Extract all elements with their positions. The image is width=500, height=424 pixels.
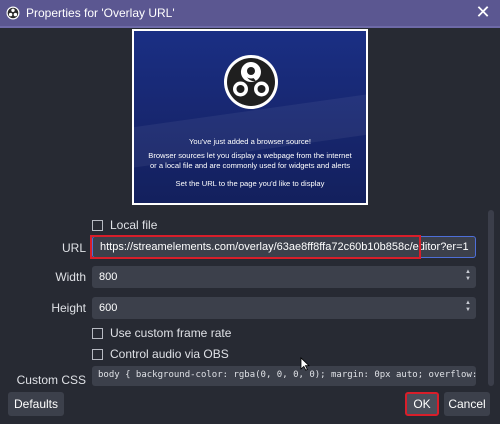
custom-frame-rate-label: Use custom frame rate — [110, 326, 232, 340]
control-audio-row[interactable]: Control audio via OBS — [92, 347, 229, 361]
preview-panel: You've just added a browser source! Brow… — [134, 31, 366, 203]
title-bar: Properties for 'Overlay URL' ✕ — [0, 0, 500, 28]
url-value: https://streamelements.com/overlay/63ae8… — [100, 241, 469, 253]
height-stepper-icon[interactable]: ▲ ▼ — [464, 300, 472, 314]
width-label: Width — [55, 270, 86, 284]
control-audio-label: Control audio via OBS — [110, 347, 229, 361]
local-file-checkbox[interactable] — [92, 219, 103, 231]
url-input[interactable]: https://streamelements.com/overlay/63ae8… — [92, 236, 476, 258]
preview-description: Browser sources let you display a webpag… — [148, 151, 352, 170]
obs-logo-icon — [224, 55, 278, 109]
custom-frame-rate-row[interactable]: Use custom frame rate — [92, 326, 231, 340]
width-value: 800 — [99, 271, 118, 283]
control-audio-checkbox[interactable] — [92, 348, 103, 360]
preview-headline: You've just added a browser source! — [189, 137, 311, 146]
width-spinbox[interactable]: 800 ▲ ▼ — [92, 266, 476, 288]
properties-dialog: Properties for 'Overlay URL' ✕ You've ju… — [0, 0, 500, 424]
defaults-button[interactable]: Defaults — [8, 392, 64, 416]
url-label: URL — [61, 241, 86, 255]
ok-button[interactable]: OK — [405, 392, 439, 416]
obs-app-icon — [6, 6, 20, 20]
window-title: Properties for 'Overlay URL' — [26, 6, 175, 20]
custom-css-value: body { background-color: rgba(0, 0, 0, 0… — [98, 370, 476, 380]
custom-frame-rate-checkbox[interactable] — [92, 327, 103, 339]
height-label: Height — [51, 301, 86, 315]
browser-source-preview: You've just added a browser source! Brow… — [132, 29, 368, 205]
preview-instruction: Set the URL to the page you'd like to di… — [175, 179, 325, 188]
cancel-button[interactable]: Cancel — [444, 392, 490, 416]
custom-css-textarea[interactable]: body { background-color: rgba(0, 0, 0, 0… — [92, 366, 476, 386]
properties-scrollbar[interactable] — [488, 210, 494, 386]
height-spinbox[interactable]: 600 ▲ ▼ — [92, 297, 476, 319]
close-icon[interactable]: ✕ — [474, 3, 492, 21]
height-value: 600 — [99, 302, 118, 314]
width-stepper-icon[interactable]: ▲ ▼ — [464, 269, 472, 283]
mouse-pointer-icon — [300, 357, 310, 371]
custom-css-label: Custom CSS — [16, 373, 86, 387]
local-file-row[interactable]: Local file — [92, 218, 157, 232]
local-file-label: Local file — [110, 218, 158, 232]
